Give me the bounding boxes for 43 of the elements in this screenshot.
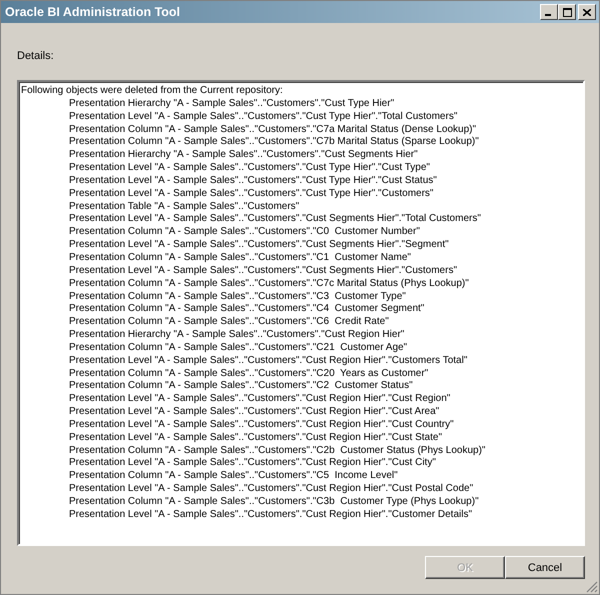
deleted-object-line: Presentation Column "A - Sample Sales".."Customers"."C7b Marital Status (Sparse Lookup)" bbox=[68, 136, 480, 150]
deleted-object-line: Presentation Level "A - Sample Sales".."Customers"."Cust Segments Hier"."Segment" bbox=[68, 239, 450, 252]
deleted-object-line: Presentation Column "A - Sample Sales".."Customers"."C6 Credit Rate" bbox=[68, 316, 390, 330]
deleted-object-line: Presentation Hierarchy "A - Sample Sales".."Customers"."Cust Type Hier" bbox=[68, 98, 396, 111]
maximize-icon bbox=[562, 8, 572, 16]
deleted-object-line: Presentation Column "A - Sample Sales".."Customers"."C7a Marital Status (Dense Lookup)" bbox=[68, 124, 478, 136]
deleted-object-line: Presentation Column "A - Sample Sales".."Customers"."C2 Customer Status" bbox=[68, 380, 414, 394]
deleted-object-line: Presentation Level "A - Sample Sales".."Customers"."Cust Segments Hier"."Customers" bbox=[68, 264, 458, 278]
deleted-object-line: Presentation Column "A - Sample Sales".."Customers"."C20 Years as Customer" bbox=[68, 368, 430, 380]
deleted-object-line: Presentation Level "A - Sample Sales".."Customers"."Cust Region Hier"."Cust Region" bbox=[68, 393, 452, 406]
close-icon bbox=[583, 8, 591, 16]
deleted-object-line: Presentation Level "A - Sample Sales".."Customers"."Cust Region Hier"."Customers Total" bbox=[68, 354, 468, 368]
deleted-object-line: Presentation Level "A - Sample Sales".."Customers"."Cust Region Hier"."Cust Area" bbox=[68, 406, 440, 419]
deleted-object-line: Presentation Level "A - Sample Sales".."Customers"."Cust Region Hier"."Cust Country" bbox=[68, 418, 455, 432]
close-button[interactable] bbox=[578, 4, 596, 20]
deleted-object-line: Presentation Column "A - Sample Sales".."Customers"."C1 Customer Name" bbox=[68, 252, 412, 265]
deleted-object-line: Presentation Column "A - Sample Sales".."Customers"."C4 Customer Segment" bbox=[68, 303, 426, 316]
deleted-object-line: Presentation Level "A - Sample Sales".."Customers"."Cust Type Hier"."Cust Type" bbox=[68, 162, 431, 175]
deleted-object-line: Presentation Level "A - Sample Sales".."Customers"."Cust Region Hier"."Customer Details" bbox=[68, 508, 474, 522]
deleted-object-line: Presentation Column "A - Sample Sales".."Customers"."C3b Customer Type (Phys Lookup)" bbox=[68, 496, 480, 509]
deleted-object-line: Presentation Column "A - Sample Sales".."Customers"."C21 Customer Age" bbox=[68, 342, 408, 355]
deleted-object-line: Presentation Hierarchy "A - Sample Sales".."Customers"."Cust Region Hier" bbox=[68, 329, 406, 342]
maximize-button[interactable] bbox=[558, 4, 576, 20]
deleted-object-line: Presentation Column "A - Sample Sales".."Customers"."C0 Customer Number" bbox=[68, 226, 421, 240]
deleted-object-line: Presentation Level "A - Sample Sales".."Customers"."Cust Type Hier"."Customers" bbox=[68, 188, 434, 201]
deleted-object-line: Presentation Table "A - Sample Sales".."Customers" bbox=[68, 200, 300, 214]
minimize-button[interactable] bbox=[540, 4, 558, 20]
deleted-object-line: Presentation Column "A - Sample Sales".."Customers"."C2b Customer Status (Phys Lookup)" bbox=[68, 444, 486, 458]
deleted-object-line: Presentation Level "A - Sample Sales".."Customers"."Cust Segments Hier"."Total Customers" bbox=[68, 213, 482, 226]
deleted-object-line: Presentation Column "A - Sample Sales".."Customers"."C3 Customer Type" bbox=[68, 290, 407, 304]
deleted-object-line: Presentation Column "A - Sample Sales".."Customers"."C5 Income Level" bbox=[68, 470, 399, 484]
deleted-object-line: Presentation Level "A - Sample Sales".."Customers"."Cust Region Hier"."Cust City" bbox=[68, 457, 437, 470]
details-label: Details: bbox=[17, 50, 55, 62]
cancel-button[interactable]: Cancel bbox=[505, 556, 585, 579]
deleted-object-line: Presentation Level "A - Sample Sales".."Customers"."Cust Type Hier"."Cust Status" bbox=[68, 174, 438, 188]
deleted-object-line: Presentation Level "A - Sample Sales".."Customers"."Cust Region Hier"."Cust Postal Code" bbox=[68, 483, 474, 496]
details-heading: Following objects were deleted from the Current repository: bbox=[21, 85, 284, 98]
deleted-object-line: Presentation Hierarchy "A - Sample Sales".."Customers"."Cust Segments Hier" bbox=[68, 149, 419, 162]
deleted-object-line: Presentation Column "A - Sample Sales".."Customers"."C7c Marital Status (Phys Lookup)" bbox=[68, 278, 470, 290]
deleted-object-line: Presentation Level "A - Sample Sales".."Customers"."Cust Type Hier"."Total Customers" bbox=[68, 110, 458, 124]
deleted-object-line: Presentation Level "A - Sample Sales".."Customers"."Cust Region Hier"."Cust State" bbox=[68, 432, 444, 445]
resize-grip-icon[interactable] bbox=[586, 581, 598, 593]
window-title: Oracle BI Administration Tool bbox=[5, 5, 180, 19]
